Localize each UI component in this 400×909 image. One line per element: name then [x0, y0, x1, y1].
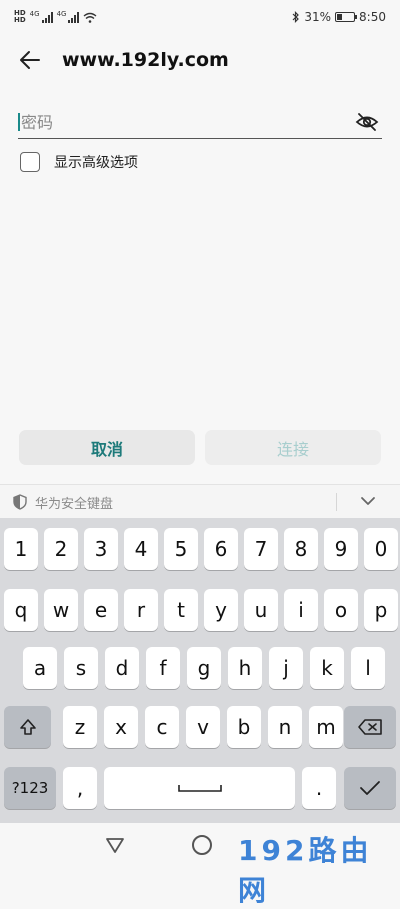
space-key[interactable] — [104, 767, 295, 809]
key-s[interactable]: s — [64, 647, 98, 689]
comma-key[interactable]: , — [63, 767, 97, 809]
cancel-button[interactable]: 取消 — [19, 430, 195, 465]
hd-label-2: HD — [14, 16, 26, 24]
key-y[interactable]: y — [204, 589, 238, 631]
password-input[interactable] — [21, 112, 354, 132]
key-q[interactable]: q — [4, 589, 38, 631]
key-0[interactable]: 0 — [364, 528, 398, 570]
clock: 8:50 — [359, 10, 386, 24]
key-f[interactable]: f — [146, 647, 180, 689]
arrow-left-icon — [20, 51, 40, 69]
keyboard-title: 华为安全键盘 — [35, 496, 114, 512]
signal-icon-1 — [41, 11, 53, 23]
key-n[interactable]: n — [268, 706, 302, 748]
backspace-icon — [358, 719, 382, 735]
key-3[interactable]: 3 — [84, 528, 118, 570]
period-key[interactable]: . — [302, 767, 336, 809]
shift-icon — [19, 719, 36, 735]
navigation-bar: 192路由网 — [0, 823, 400, 907]
key-1[interactable]: 1 — [4, 528, 38, 570]
key-6[interactable]: 6 — [204, 528, 238, 570]
keyboard-header: 华为安全键盘 — [0, 484, 400, 519]
page-title: www.192ly.com — [62, 49, 229, 71]
key-c[interactable]: c — [145, 706, 179, 748]
watermark: 192路由网 — [238, 834, 373, 907]
password-field[interactable] — [18, 106, 382, 139]
toggle-visibility-button[interactable] — [354, 109, 380, 135]
key-2[interactable]: 2 — [44, 528, 78, 570]
key-r[interactable]: r — [124, 589, 158, 631]
key-e[interactable]: e — [84, 589, 118, 631]
key-w[interactable]: w — [44, 589, 78, 631]
enter-key[interactable] — [344, 767, 396, 809]
bluetooth-icon — [292, 11, 300, 23]
key-9[interactable]: 9 — [324, 528, 358, 570]
hd-indicator: HD HD — [14, 10, 26, 24]
key-h[interactable]: h — [228, 647, 262, 689]
show-advanced-option[interactable]: 显示高级选项 — [20, 152, 138, 172]
key-5[interactable]: 5 — [164, 528, 198, 570]
key-x[interactable]: x — [104, 706, 138, 748]
space-bar-icon — [177, 785, 222, 792]
chevron-down-icon — [361, 497, 375, 505]
eye-off-icon — [355, 113, 379, 131]
connect-button[interactable]: 连接 — [205, 430, 381, 465]
battery-percent: 31% — [304, 10, 332, 24]
shield-icon — [12, 494, 28, 510]
show-advanced-label: 显示高级选项 — [54, 155, 138, 171]
key-d[interactable]: d — [105, 647, 139, 689]
text-cursor — [18, 113, 20, 131]
status-bar-left: HD HD 4G 4G — [14, 10, 97, 24]
keyboard-header-divider — [336, 493, 337, 511]
key-a[interactable]: a — [23, 647, 57, 689]
key-g[interactable]: g — [187, 647, 221, 689]
battery-fill — [337, 14, 343, 20]
key-7[interactable]: 7 — [244, 528, 278, 570]
key-z[interactable]: z — [63, 706, 97, 748]
key-k[interactable]: k — [310, 647, 344, 689]
key-v[interactable]: v — [186, 706, 220, 748]
title-bar: www.192ly.com — [0, 34, 400, 86]
key-o[interactable]: o — [324, 589, 358, 631]
network-type-1: 4G — [29, 10, 40, 18]
battery-icon — [335, 12, 358, 22]
key-m[interactable]: m — [309, 706, 343, 748]
collapse-keyboard-button[interactable] — [358, 491, 378, 511]
wifi-icon — [84, 12, 97, 23]
status-bar-right: 31% 8:50 — [292, 10, 386, 24]
key-t[interactable]: t — [164, 589, 198, 631]
backspace-key[interactable] — [344, 706, 396, 748]
show-advanced-checkbox[interactable] — [20, 152, 40, 172]
key-i[interactable]: i — [284, 589, 318, 631]
back-button[interactable] — [16, 46, 44, 74]
network-type-2: 4G — [56, 10, 67, 18]
checkmark-icon — [360, 781, 380, 795]
nav-back-triangle-icon[interactable] — [105, 835, 125, 855]
key-8[interactable]: 8 — [284, 528, 318, 570]
status-bar: HD HD 4G 4G 31% 8:50 — [0, 0, 400, 34]
wifi-connect-form: 显示高级选项 取消 连接 — [0, 86, 400, 484]
nav-home-circle-icon[interactable] — [192, 835, 212, 855]
key-b[interactable]: b — [227, 706, 261, 748]
symbols-key[interactable]: ?123 — [4, 767, 56, 809]
key-l[interactable]: l — [351, 647, 385, 689]
key-4[interactable]: 4 — [124, 528, 158, 570]
key-u[interactable]: u — [244, 589, 278, 631]
keyboard: ?123 , . 1234567890 qwertyuiop asdfghjkl zx… — [0, 518, 400, 823]
shift-key[interactable] — [4, 706, 51, 748]
key-p[interactable]: p — [364, 589, 398, 631]
key-j[interactable]: j — [269, 647, 303, 689]
signal-icon-2 — [68, 11, 80, 23]
